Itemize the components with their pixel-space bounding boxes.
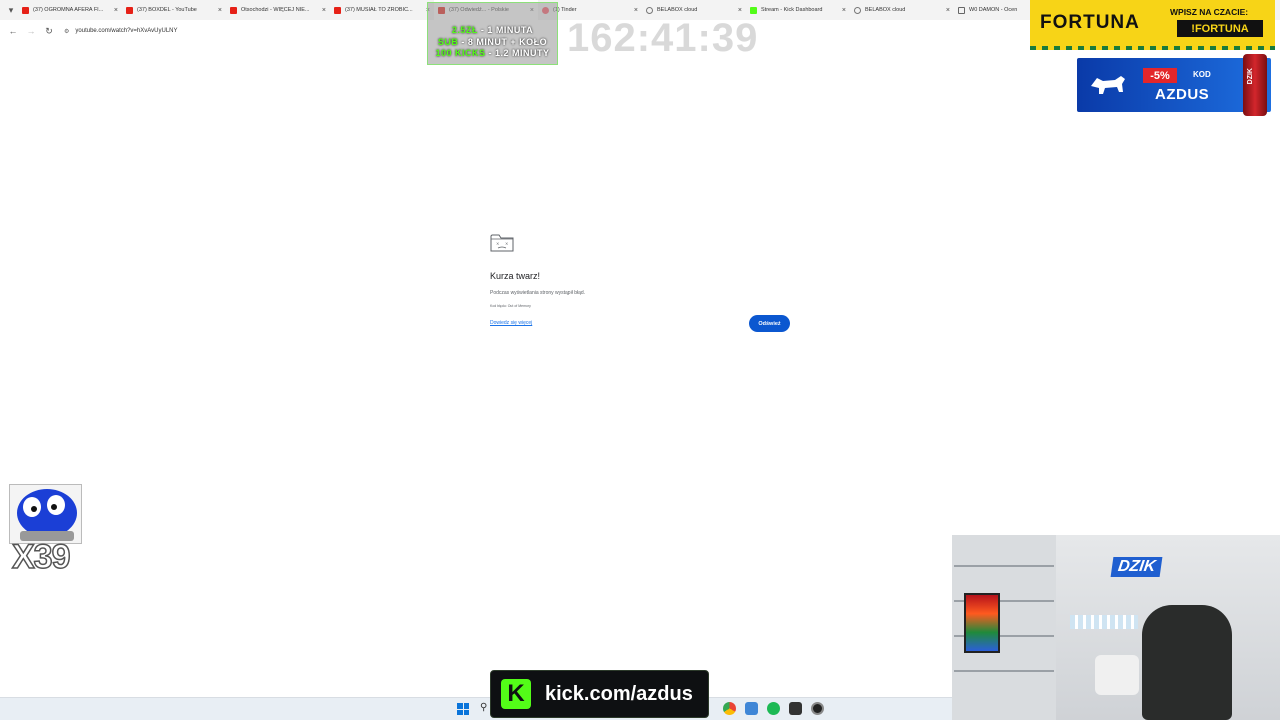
file-explorer-icon[interactable] xyxy=(745,702,758,715)
fortuna-code: !FORTUNA xyxy=(1177,20,1263,37)
blue-emote-icon xyxy=(17,489,77,541)
chrome-icon[interactable] xyxy=(723,702,736,715)
crash-content: × × Kurza twarz! Podczas wyświetlania st… xyxy=(490,232,790,308)
kick-logo-icon: K xyxy=(501,679,531,709)
fortuna-stripe xyxy=(1030,46,1275,50)
tab-title: (37) BOXDEL - YouTube xyxy=(137,7,197,13)
subathon-goals-box: 2.5ZŁ - 1 MINUTA SUB - 8 MINUT + KOŁO 100 … xyxy=(427,2,558,65)
crash-message: Podczas wyświetlania strony wystąpił błą… xyxy=(490,290,586,296)
close-tab-icon[interactable]: × xyxy=(114,7,118,14)
close-tab-icon[interactable]: × xyxy=(322,7,326,14)
kick-url-banner: K kick.com/azdus xyxy=(490,670,709,718)
youtube-icon xyxy=(126,6,133,14)
tab-0[interactable]: (37) OGROMNA AFERA FI... × xyxy=(18,0,122,20)
close-tab-icon[interactable]: × xyxy=(634,7,638,14)
subathon-timer: 162:41:39 xyxy=(567,16,759,60)
avatar-emote xyxy=(9,484,82,544)
promo-discount: -5% xyxy=(1143,68,1177,83)
site-info-icon[interactable]: ⚙ xyxy=(64,28,69,35)
goal-line: 2.5ZŁ - 1 MINUTA xyxy=(428,25,557,37)
tab-1[interactable]: (37) BOXDEL - YouTube × xyxy=(122,0,226,20)
svg-text:×: × xyxy=(505,241,508,246)
tab-2[interactable]: Otsochodzi - WIĘCEJ NIE... × xyxy=(226,0,330,20)
bull-logo-icon xyxy=(1091,76,1125,94)
sad-folder-icon: × × xyxy=(490,234,514,252)
fortuna-logo: FORTUNA xyxy=(1040,12,1140,33)
close-tab-icon[interactable]: × xyxy=(738,7,742,14)
forward-icon[interactable]: → xyxy=(24,24,38,38)
close-tab-icon[interactable]: × xyxy=(218,7,222,14)
tab-3[interactable]: (37) MUSIAŁ TO ZROBIĆ...× xyxy=(330,0,434,20)
goals-list: 2.5ZŁ - 1 MINUTA SUB - 8 MINUT + KOŁO 100 … xyxy=(428,25,557,60)
obs-icon[interactable] xyxy=(811,702,824,715)
tab-search-icon[interactable]: ▾ xyxy=(4,3,18,17)
goal-line: SUB - 8 MINUT + KOŁO xyxy=(428,37,557,49)
globe-icon xyxy=(854,6,861,14)
kick-url: kick.com/azdus xyxy=(545,682,693,705)
reload-button[interactable]: Odśwież xyxy=(749,315,790,332)
taskbar-search-icon[interactable]: ⚲ xyxy=(480,702,487,713)
youtube-icon xyxy=(230,6,237,14)
tab-title: BELABOX cloud xyxy=(865,7,906,13)
dzik-promo-banner: -5% KOD AZDUS DZIK xyxy=(1077,54,1271,116)
reload-icon[interactable]: ↻ xyxy=(42,24,56,38)
goal-line: 100 KICKS - 1.2 MINUTY xyxy=(428,48,557,60)
tab-7[interactable]: Stream - Kick Dashboard × xyxy=(746,0,850,20)
spotify-icon[interactable] xyxy=(767,702,780,715)
emote-multiplier: X39 xyxy=(11,537,71,577)
tab-title: Stream - Kick Dashboard xyxy=(761,7,823,13)
webcam-monitor xyxy=(964,593,1000,653)
tab-title: Otsochodzi - WIĘCEJ NIE... xyxy=(241,7,310,13)
promo-code: AZDUS xyxy=(1155,86,1210,103)
close-tab-icon[interactable]: × xyxy=(842,7,846,14)
tab-title: (37) MUSIAŁ TO ZROBIĆ... xyxy=(345,7,413,13)
tab-8[interactable]: BELABOX cloud × xyxy=(850,0,954,20)
tab-title: (37) OGROMNA AFERA FI... xyxy=(33,7,104,13)
can-label: DZIK xyxy=(1247,68,1254,85)
address-text: youtube.com/watch?v=hXvAvUyULNY xyxy=(75,28,178,34)
goal-trigger: SUB xyxy=(437,36,459,47)
windows-start-icon[interactable] xyxy=(457,703,469,715)
document-icon xyxy=(958,6,965,14)
crash-error-code: Kod błędu: Out of Memory xyxy=(490,304,531,308)
goal-reward: - 1 MINUTA xyxy=(477,25,534,35)
terminal-icon[interactable] xyxy=(789,702,802,715)
energy-drink-can xyxy=(1243,54,1267,116)
webcam-dzik-logo: DZIK xyxy=(1110,557,1163,577)
webcam-pillow xyxy=(1095,655,1139,695)
fortuna-cta: WPISZ NA CZACIE: xyxy=(1170,7,1249,17)
webcam-feed: DZIK xyxy=(952,535,1280,720)
close-tab-icon[interactable]: × xyxy=(946,7,950,14)
globe-icon xyxy=(646,6,653,14)
goal-trigger: 100 KICKS xyxy=(435,48,486,58)
webcam-bottles xyxy=(1070,615,1138,629)
back-icon[interactable]: ← xyxy=(6,24,20,38)
youtube-icon xyxy=(334,6,341,14)
youtube-icon xyxy=(22,6,29,14)
goal-trigger: 2.5ZŁ xyxy=(451,25,478,35)
fortuna-banner: FORTUNA WPISZ NA CZACIE: !FORTUNA xyxy=(1030,0,1275,50)
crash-title: Kurza twarz! xyxy=(490,271,541,281)
svg-text:×: × xyxy=(496,241,499,246)
webcam-chair xyxy=(1142,605,1232,720)
goal-reward: - 1.2 MINUTY xyxy=(485,48,550,58)
learn-more-link[interactable]: Dowiedz się więcej xyxy=(490,320,532,326)
kick-icon xyxy=(750,6,757,14)
promo-kod-label: KOD xyxy=(1193,70,1211,79)
tab-title: BELABOX cloud xyxy=(657,7,698,13)
tab-title: (1) Tinder xyxy=(553,7,577,13)
goal-reward: - 8 MINUT + KOŁO xyxy=(458,36,548,47)
